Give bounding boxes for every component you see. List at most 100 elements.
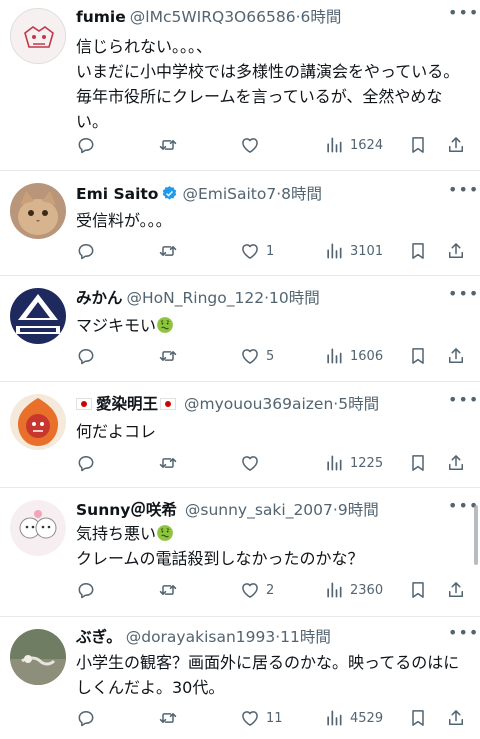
timestamp[interactable]: 6時間 bbox=[301, 8, 342, 26]
more-icon[interactable]: ••• bbox=[448, 625, 478, 646]
like-button[interactable]: 1 bbox=[240, 240, 274, 262]
like-button[interactable] bbox=[240, 134, 260, 156]
bookmark-button[interactable] bbox=[408, 240, 428, 262]
views-button[interactable]: 3101 bbox=[324, 240, 383, 262]
avatar-image bbox=[10, 183, 66, 239]
timestamp[interactable]: 11時間 bbox=[280, 628, 331, 646]
more-icon[interactable]: ••• bbox=[448, 182, 478, 203]
reply-button[interactable] bbox=[76, 452, 96, 474]
like-count: 5 bbox=[266, 348, 275, 364]
tweet-item[interactable]: みかん @HoN_Ringo_122·10時間 ••• マジキモい 5 1606 bbox=[0, 276, 480, 382]
retweet-button[interactable] bbox=[158, 134, 178, 156]
views-icon bbox=[324, 241, 344, 261]
reply-button[interactable] bbox=[76, 345, 96, 367]
timestamp[interactable]: 9時間 bbox=[338, 501, 379, 519]
display-name[interactable]: みかん bbox=[76, 289, 123, 307]
share-icon bbox=[446, 135, 466, 155]
user-handle[interactable]: @HoN_Ringo_122 bbox=[127, 289, 265, 307]
share-button[interactable] bbox=[446, 579, 466, 601]
display-name[interactable]: Sunny＠咲希 bbox=[76, 501, 177, 519]
avatar[interactable] bbox=[10, 629, 66, 685]
retweet-icon bbox=[158, 708, 178, 728]
more-icon[interactable]: ••• bbox=[448, 5, 478, 26]
view-count: 3101 bbox=[350, 243, 384, 259]
like-icon bbox=[240, 580, 260, 600]
reply-button[interactable] bbox=[76, 134, 96, 156]
like-button[interactable]: 2 bbox=[240, 579, 274, 601]
like-button[interactable]: 11 bbox=[240, 707, 283, 729]
like-icon bbox=[240, 453, 260, 473]
avatar[interactable] bbox=[10, 8, 66, 64]
bookmark-button[interactable] bbox=[408, 134, 428, 156]
share-button[interactable] bbox=[446, 345, 466, 367]
bookmark-button[interactable] bbox=[408, 579, 428, 601]
display-name[interactable]: fumie bbox=[76, 8, 126, 26]
retweet-button[interactable] bbox=[158, 240, 178, 262]
views-button[interactable]: 1606 bbox=[324, 345, 383, 367]
tweet-text-line: マジキモい bbox=[76, 316, 157, 335]
more-icon[interactable]: ••• bbox=[448, 286, 478, 307]
views-button[interactable]: 1225 bbox=[324, 452, 383, 474]
avatar-image bbox=[10, 629, 66, 685]
avatar[interactable] bbox=[10, 500, 66, 556]
share-icon bbox=[446, 453, 466, 473]
user-handle[interactable]: @sunny_saki_2007 bbox=[185, 501, 333, 519]
display-name[interactable]: Emi Saito bbox=[76, 185, 158, 203]
reply-icon bbox=[76, 135, 96, 155]
user-handle[interactable]: @EmiSaito7 bbox=[182, 185, 276, 203]
timestamp[interactable]: 10時間 bbox=[269, 289, 320, 307]
share-button[interactable] bbox=[446, 240, 466, 262]
display-name[interactable]: 愛染明王 bbox=[96, 395, 158, 413]
scrollbar[interactable] bbox=[474, 505, 478, 565]
tweet-item[interactable]: ぶぎ。 @dorayakisan1993·11時間 ••• 小学生の観客？画面外に… bbox=[0, 617, 480, 739]
share-button[interactable] bbox=[446, 134, 466, 156]
avatar-image bbox=[11, 9, 65, 63]
reply-icon bbox=[76, 580, 96, 600]
tweet-item[interactable]: 愛染明王 @myouou369aizen·5時間 ••• 何だよコレ 1225 bbox=[0, 382, 480, 488]
retweet-button[interactable] bbox=[158, 707, 178, 729]
retweet-icon bbox=[158, 580, 178, 600]
tweet-header: fumie @lMc5WIRQ3O66586·6時間 bbox=[76, 6, 446, 28]
retweet-icon bbox=[158, 241, 178, 261]
retweet-button[interactable] bbox=[158, 345, 178, 367]
avatar[interactable] bbox=[10, 183, 66, 239]
share-icon bbox=[446, 346, 466, 366]
bookmark-button[interactable] bbox=[408, 345, 428, 367]
retweet-icon bbox=[158, 346, 178, 366]
bookmark-icon bbox=[408, 580, 428, 600]
share-button[interactable] bbox=[446, 707, 466, 729]
display-name[interactable]: ぶぎ。 bbox=[76, 628, 122, 646]
timestamp[interactable]: 5時間 bbox=[338, 395, 379, 413]
share-button[interactable] bbox=[446, 452, 466, 474]
more-icon[interactable]: ••• bbox=[448, 392, 478, 413]
reply-button[interactable] bbox=[76, 579, 96, 601]
tweet-item[interactable]: Sunny＠咲希 @sunny_saki_2007·9時間 ••• 気持ち悪い クレ… bbox=[0, 488, 480, 617]
views-button[interactable]: 2360 bbox=[324, 579, 383, 601]
nauseated-face-icon bbox=[156, 316, 174, 334]
views-button[interactable]: 1624 bbox=[324, 134, 383, 156]
user-handle[interactable]: @lMc5WIRQ3O66586 bbox=[130, 8, 296, 26]
share-icon bbox=[446, 580, 466, 600]
japan-flag-icon bbox=[76, 398, 92, 410]
user-handle[interactable]: @dorayakisan1993 bbox=[126, 628, 276, 646]
more-icon[interactable]: ••• bbox=[448, 498, 478, 519]
avatar[interactable] bbox=[10, 288, 66, 344]
user-handle[interactable]: @myouou369aizen bbox=[184, 395, 333, 413]
avatar[interactable] bbox=[10, 394, 66, 450]
timestamp[interactable]: 8時間 bbox=[281, 185, 322, 203]
retweet-button[interactable] bbox=[158, 452, 178, 474]
tweet-item[interactable]: fumie @lMc5WIRQ3O66586·6時間 ••• 信じられない。。。、… bbox=[0, 0, 480, 171]
tweet-item[interactable]: Emi Saito @EmiSaito7·8時間 ••• 受信料が。。。 1 31… bbox=[0, 171, 480, 276]
tweet-text: 信じられない。。。、 いまだに小中学校では多様性の講演会をやっている。毎年市役所… bbox=[76, 37, 460, 131]
reply-button[interactable] bbox=[76, 240, 96, 262]
bookmark-button[interactable] bbox=[408, 707, 428, 729]
like-button[interactable]: 5 bbox=[240, 345, 274, 367]
share-icon bbox=[446, 708, 466, 728]
bookmark-button[interactable] bbox=[408, 452, 428, 474]
like-button[interactable] bbox=[240, 452, 260, 474]
views-icon bbox=[324, 580, 344, 600]
retweet-button[interactable] bbox=[158, 579, 178, 601]
tweet-actions: 1 3101 bbox=[76, 240, 472, 262]
reply-button[interactable] bbox=[76, 707, 96, 729]
views-button[interactable]: 4529 bbox=[324, 707, 383, 729]
